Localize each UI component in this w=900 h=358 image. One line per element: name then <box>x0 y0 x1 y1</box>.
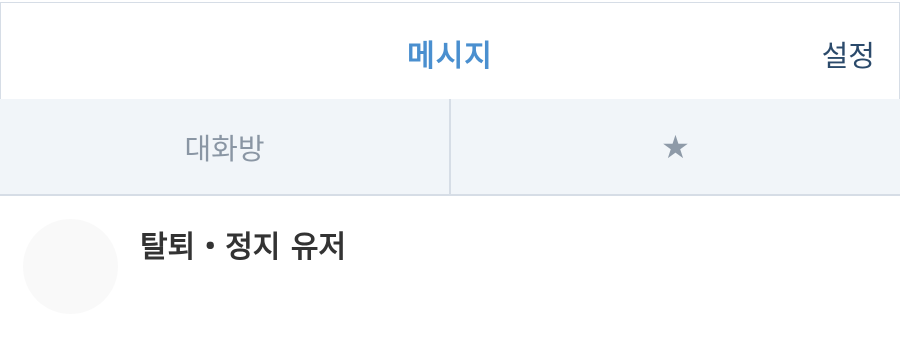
avatar <box>23 219 118 314</box>
list-item[interactable]: 탈퇴・정지 유저 <box>0 196 900 336</box>
tab-favorites[interactable]: ★ <box>449 99 900 194</box>
tab-chatrooms[interactable]: 대화방 <box>0 99 449 194</box>
star-icon: ★ <box>661 127 690 166</box>
page-title: 메시지 <box>407 39 493 74</box>
header-bar: 메시지 설정 <box>0 2 900 100</box>
conversation-name: 탈퇴・정지 유저 <box>140 230 347 265</box>
tab-bar: 대화방 ★ <box>0 99 900 196</box>
settings-link[interactable]: 설정 <box>822 33 875 75</box>
conversation-list: 탈퇴・정지 유저 <box>0 196 900 336</box>
